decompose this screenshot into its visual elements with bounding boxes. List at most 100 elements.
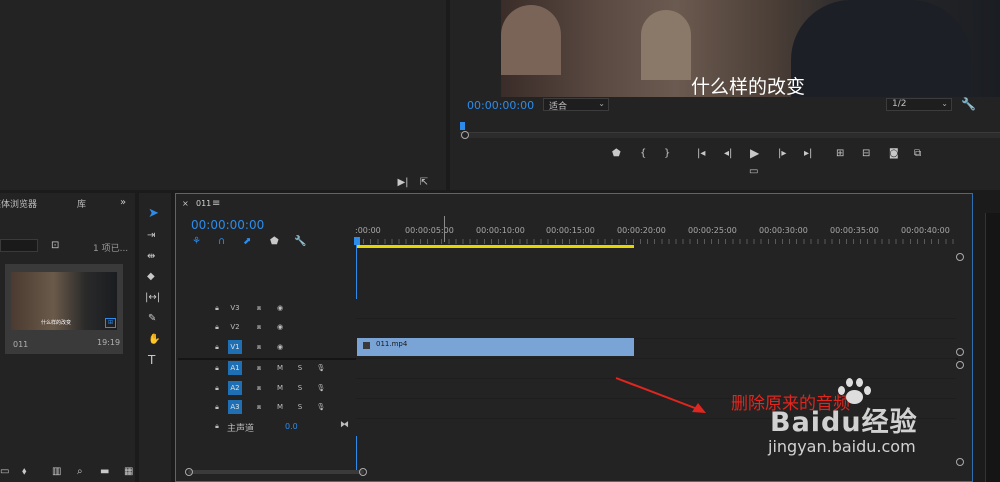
hscroll-left-handle[interactable] [185,468,193,476]
master-volume[interactable]: 0.0 [285,422,298,431]
track-label[interactable]: V3 [228,301,242,315]
sync-lock-icon[interactable]: ⧈ [252,361,266,375]
type-tool-icon[interactable]: T [148,354,155,366]
search-icon[interactable]: ⌕ [77,466,83,478]
ripple-edit-tool-icon[interactable]: ⇹ [147,251,155,263]
solo-button[interactable]: S [293,400,307,414]
insert-icon[interactable]: ▶| [397,177,409,189]
video-scroll-bottom[interactable] [956,348,964,356]
go-to-in-icon[interactable]: |◂ [697,148,705,160]
microphone-icon[interactable]: 🎙︎ [314,400,328,414]
compare-icon[interactable]: ⧉ [914,148,921,160]
fit-select[interactable]: 适合 ⌄ [543,98,609,112]
solo-button[interactable]: S [293,361,307,375]
tab-library[interactable]: 库 [77,197,86,210]
mute-button[interactable]: M [273,361,287,375]
pen-tool-icon[interactable]: ✎ [148,313,156,325]
microphone-icon[interactable]: 🎙︎ [314,381,328,395]
add-marker-icon[interactable]: ⬟ [270,236,279,248]
zoom-handle[interactable] [461,131,469,139]
lock-icon[interactable]: 🔒︎ [210,340,224,354]
audio-meter-panel [985,213,1000,482]
playhead-handle[interactable] [354,237,360,245]
sync-lock-icon[interactable]: ⧈ [252,320,266,334]
linked-selection-icon[interactable]: ⬈ [243,236,251,248]
go-to-end-icon[interactable]: ⧓ [340,420,349,430]
lock-icon[interactable]: 🔒︎ [210,301,224,315]
sync-lock-icon[interactable]: ⧈ [252,340,266,354]
new-item-icon[interactable]: ▦ [124,466,133,478]
nest-icon[interactable]: ⚘ [192,236,201,248]
go-to-out-icon[interactable]: ▸| [804,148,812,160]
slip-tool-icon[interactable]: |↔| [145,292,160,304]
razor-tool-icon[interactable]: ◆ [147,271,155,283]
audio-scroll-top[interactable] [956,361,964,369]
selection-tool-icon[interactable]: ➤ [148,207,159,220]
solo-button[interactable]: S [293,381,307,395]
mute-button[interactable]: M [273,400,287,414]
sync-lock-icon[interactable]: ⧈ [252,381,266,395]
track-select-tool-icon[interactable]: ⇥ [147,230,155,242]
eye-icon[interactable]: ◉ [273,320,287,334]
eye-icon[interactable]: ◉ [273,340,287,354]
track-header-v3: 🔒︎ V3 ⧈ ◉ [178,301,356,319]
sync-lock-icon[interactable]: ⧈ [252,301,266,315]
audio-scroll-bottom[interactable] [956,458,964,466]
master-label: 主声道 [227,424,255,434]
lock-icon[interactable]: 🔒︎ [210,381,224,395]
lock-icon[interactable]: 🔒︎ [210,419,224,433]
step-forward-icon[interactable]: |▸ [778,148,786,160]
panel-menu-icon[interactable]: ≡ [212,198,220,210]
hand-tool-icon[interactable]: ✋ [148,334,160,346]
timeline-settings-icon[interactable]: 🔧 [294,236,306,248]
video-clip[interactable]: 011.mp4 [357,338,634,356]
clip-thumbnail-card[interactable]: 什么样的改变 ⊞ 011 19:19 [5,264,123,354]
timeline-timecode[interactable]: 00:00:00:00 [191,218,264,232]
wrench-icon[interactable]: 🔧 [961,98,976,110]
mark-in-icon[interactable]: { [640,148,646,160]
step-back-icon[interactable]: ◂| [724,148,732,160]
sort-icon[interactable]: ▥ [52,466,61,478]
play-icon[interactable]: ▶ [750,147,759,159]
track-label[interactable]: V1 [228,340,242,354]
sequence-tab[interactable]: 011 [196,199,211,208]
marker-icon[interactable]: ⬟ [612,148,621,160]
snap-icon[interactable]: ∩ [218,236,225,248]
tab-media-browser[interactable]: 媒体浏览器 [0,197,37,210]
horizontal-scrollbar[interactable] [188,470,364,474]
playhead-indicator[interactable] [460,122,465,130]
mark-out-icon[interactable]: } [664,148,670,160]
new-bin-icon[interactable]: ⊡ [51,240,59,252]
program-timecode[interactable]: 00:00:00:00 [467,99,534,112]
track-label[interactable]: A3 [228,400,242,414]
folder-icon[interactable]: ▬ [100,466,109,478]
resolution-select[interactable]: 1/2 ⌄ [886,98,952,111]
export-frame-icon[interactable]: ◙ [889,148,899,160]
sync-lock-icon[interactable]: ⧈ [252,400,266,414]
work-area-bar[interactable] [356,245,634,248]
safe-margins-icon[interactable]: ▭ [749,166,758,178]
track-label[interactable]: A1 [228,361,242,375]
extract-icon[interactable]: ⊟ [862,148,870,160]
video-scroll-top[interactable] [956,253,964,261]
lock-icon[interactable]: 🔒︎ [210,361,224,375]
zoom-slider-handle[interactable]: ⬧ [22,466,27,478]
microphone-icon[interactable]: 🎙︎ [314,361,328,375]
thumbnail-caption: 什么样的改变 [41,320,72,326]
lift-icon[interactable]: ⊞ [836,148,844,160]
close-icon[interactable]: × [182,198,189,210]
ruler-label: 00:00:25:00 [688,226,737,235]
overwrite-icon[interactable]: ⇱ [418,177,430,189]
track-label[interactable]: V2 [228,320,242,334]
program-scrub-bar[interactable] [460,132,1000,138]
hscroll-right-handle[interactable] [359,468,367,476]
track-header-v2: 🔒︎ V2 ⧈ ◉ [178,320,356,338]
track-label[interactable]: A2 [228,381,242,395]
list-view-icon[interactable]: ▭ [0,466,9,478]
project-search-input[interactable] [0,239,38,252]
lock-icon[interactable]: 🔒︎ [210,400,224,414]
eye-icon[interactable]: ◉ [273,301,287,315]
panel-overflow-icon[interactable]: » [120,197,126,209]
lock-icon[interactable]: 🔒︎ [210,320,224,334]
mute-button[interactable]: M [273,381,287,395]
